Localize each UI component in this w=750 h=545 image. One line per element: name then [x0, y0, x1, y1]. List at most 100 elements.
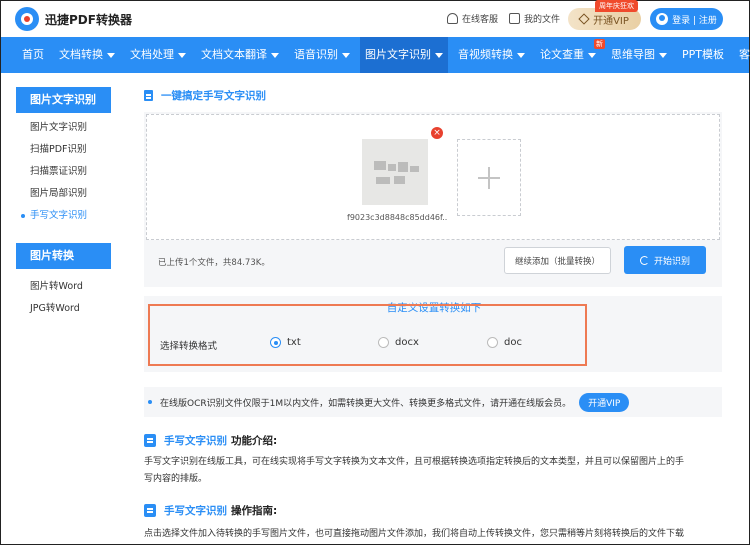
logo-icon: [15, 7, 39, 31]
online-service-link[interactable]: 在线客服: [447, 12, 498, 25]
main-nav: 首页 文档转换 文档处理 文档文本翻译 语音识别 图片文字识别 音视频转换 论文查重新思维导图…: [1, 37, 750, 73]
format-option-txt[interactable]: txt: [270, 337, 301, 348]
section-title-text: 一键搞定手写文字识别: [161, 90, 266, 102]
format-option-docx[interactable]: docx: [378, 337, 419, 348]
settings-highlight-box: [148, 304, 587, 366]
radio-icon: [270, 337, 281, 348]
new-badge: 新: [594, 39, 605, 49]
nav-item[interactable]: 图片文字识别: [360, 37, 448, 73]
nav-item-label: 语音识别: [294, 48, 338, 61]
sidebar-item[interactable]: 手写文字识别: [16, 205, 111, 227]
intro-line-1: 手写文字识别在线版工具，可在线实现将手写文字转换为文本文件，且可根据转换选项指定…: [144, 457, 685, 467]
guide-title-highlight: 手写文字识别: [164, 505, 227, 517]
nav-item[interactable]: 音视频转换: [453, 37, 530, 73]
start-label: 开始识别: [653, 256, 690, 267]
nav-item[interactable]: 文档转换: [54, 37, 120, 73]
uploaded-file-name: f9023c3d8848c85dd46f...: [347, 213, 447, 222]
user-icon: [656, 13, 669, 25]
nav-item[interactable]: 文档文本翻译: [196, 37, 284, 73]
upload-status: 已上传1个文件，共84.73K。: [158, 258, 270, 268]
vip-promo-tag: 周年庆狂欢: [595, 0, 638, 12]
sidebar-group-ocr: 图片文字识别 图片文字识别 扫描PDF识别 扫描票证识别 图片局部识别 手写文字识别: [16, 87, 111, 227]
sidebar-list: 图片文字识别 扫描PDF识别 扫描票证识别 图片局部识别 手写文字识别: [16, 113, 111, 227]
login-button[interactable]: 登录 | 注册: [650, 8, 723, 30]
nav-item[interactable]: 论文查重新: [535, 37, 605, 73]
intro-line-2: 写内容的排版。: [144, 474, 208, 484]
chevron-down-icon: [271, 52, 279, 58]
sidebar-group-title: 图片文字识别: [16, 87, 111, 113]
my-files-link[interactable]: 我的文件: [509, 12, 560, 25]
nav-item-label: PPT模板: [682, 48, 724, 61]
nav-item[interactable]: 文档处理: [125, 37, 191, 73]
drop-zone[interactable]: × f9023c3d8848c85dd46f...: [146, 114, 720, 240]
sidebar-item[interactable]: JPG转Word: [16, 298, 111, 320]
chevron-down-icon: [517, 52, 525, 58]
format-option-label: doc: [504, 337, 522, 348]
sidebar-item[interactable]: 图片文字识别: [16, 117, 111, 139]
add-file-button[interactable]: [457, 139, 521, 216]
logo-text: 迅捷PDF转换器: [45, 12, 132, 27]
continue-add-button[interactable]: 继续添加（批量转换）: [504, 247, 611, 274]
intro-paragraph: 手写文字识别在线版工具，可在线实现将手写文字转换为文本文件，且可根据转换选项指定…: [144, 454, 734, 488]
chevron-down-icon: [107, 52, 115, 58]
chevron-down-icon: [342, 52, 350, 58]
radio-icon: [378, 337, 389, 348]
nav-item[interactable]: 首页: [17, 37, 49, 73]
remove-file-icon[interactable]: ×: [431, 127, 443, 139]
diamond-icon: [578, 13, 590, 25]
format-option-label: txt: [287, 337, 301, 348]
intro-heading: 手写文字识别 功能介绍:: [144, 433, 277, 448]
start-recognition-button[interactable]: 开始识别: [624, 246, 706, 274]
nav-item[interactable]: PPT模板: [677, 37, 729, 73]
intro-title-highlight: 手写文字识别: [164, 435, 227, 447]
sidebar-group-title: 图片转换: [16, 243, 111, 269]
online-service-label: 在线客服: [462, 15, 499, 25]
nav-item-label: 图片文字识别: [365, 48, 431, 61]
limit-notice: 在线版OCR识别文件仅限于1M以内文件，如需转换更大文件、转换更多格式文件，请开…: [144, 387, 722, 417]
intro-icon: [144, 434, 156, 447]
chevron-down-icon: [435, 52, 443, 58]
format-option-label: docx: [395, 337, 419, 348]
uploaded-image-thumbnail[interactable]: [362, 139, 428, 205]
bullet-icon: [148, 400, 152, 404]
nav-item[interactable]: 客户端: [734, 37, 750, 73]
logo[interactable]: 迅捷PDF转换器: [15, 7, 132, 31]
upload-panel: × f9023c3d8848c85dd46f... 已上传1个文件，共84.73…: [144, 112, 722, 287]
nav-item-label: 首页: [22, 48, 44, 61]
guide-heading: 手写文字识别 操作指南:: [144, 503, 277, 518]
nav-item-label: 思维导图: [611, 48, 655, 61]
chevron-down-icon: [178, 52, 186, 58]
guide-title-rest: 操作指南:: [231, 505, 278, 517]
sidebar-item[interactable]: 图片局部识别: [16, 183, 111, 205]
sidebar-item[interactable]: 图片转Word: [16, 276, 111, 298]
vip-label: 开通VIP: [593, 15, 629, 27]
notice-vip-button[interactable]: 开通VIP: [579, 392, 630, 412]
section-title: 一键搞定手写文字识别: [144, 88, 266, 103]
file-icon: [509, 13, 520, 24]
guide-icon: [144, 504, 156, 517]
plus-icon: [478, 166, 500, 189]
nav-item[interactable]: 思维导图: [606, 37, 672, 73]
sidebar-list: 图片转Word JPG转Word: [16, 269, 111, 320]
nav-item-label: 客户端: [739, 48, 750, 61]
format-label: 选择转换格式: [160, 341, 218, 352]
my-files-label: 我的文件: [524, 15, 561, 25]
format-option-doc[interactable]: doc: [487, 337, 522, 348]
login-label: 登录 | 注册: [672, 15, 717, 26]
sidebar-group-image: 图片转换 图片转Word JPG转Word: [16, 243, 111, 320]
settings-panel: 自定义设置转换如下 选择转换格式 txt docx doc: [144, 296, 722, 372]
intro-title-rest: 功能介绍:: [231, 435, 278, 447]
sidebar-item[interactable]: 扫描票证识别: [16, 161, 111, 183]
sidebar-item[interactable]: 扫描PDF识别: [16, 139, 111, 161]
nav-item-label: 文档文本翻译: [201, 48, 267, 61]
guide-paragraph: 点击选择文件加入待转换的手写图片文件，也可直接拖动图片文件添加，我们将自动上传转…: [144, 529, 685, 539]
nav-item[interactable]: 语音识别: [289, 37, 355, 73]
notice-text: 在线版OCR识别文件仅限于1M以内文件，如需转换更大文件、转换更多格式文件，请开…: [160, 398, 572, 409]
nav-item-label: 文档处理: [130, 48, 174, 61]
nav-item-label: 音视频转换: [458, 48, 513, 61]
nav-item-label: 文档转换: [59, 48, 103, 61]
document-icon: [144, 90, 153, 101]
headset-icon: [447, 13, 458, 24]
nav-item-label: 论文查重: [540, 48, 584, 61]
top-header: 迅捷PDF转换器 在线客服 我的文件 开通VIP 周年庆狂欢 登录 | 注册: [1, 0, 749, 37]
